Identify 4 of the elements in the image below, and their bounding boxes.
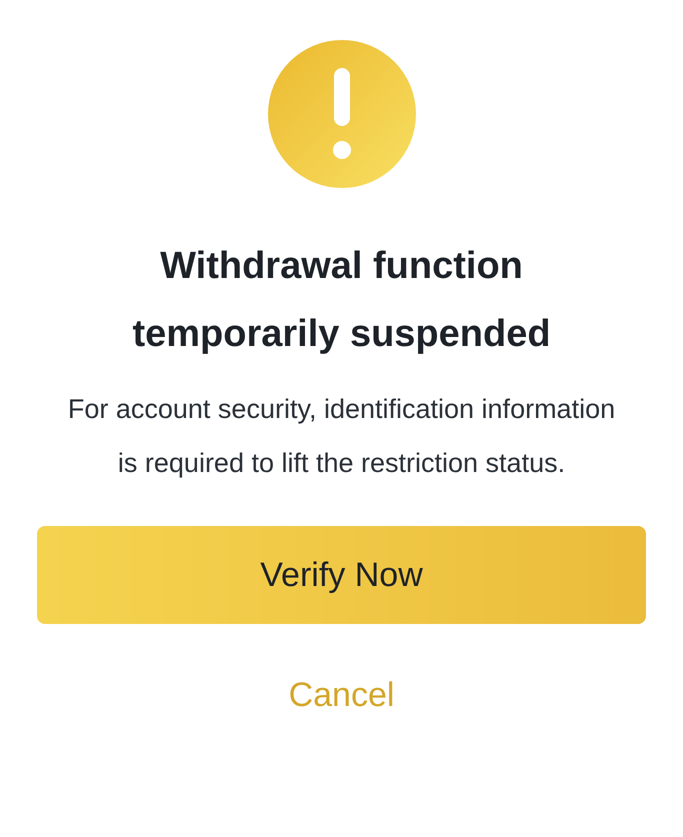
dialog-title: Withdrawal function temporarily suspended xyxy=(131,244,552,357)
dialog-message: For account security, identification information is required to lift the restriction status. xyxy=(66,393,616,480)
verify-button[interactable]: Verify Now xyxy=(37,526,646,624)
warning-icon xyxy=(268,40,416,188)
